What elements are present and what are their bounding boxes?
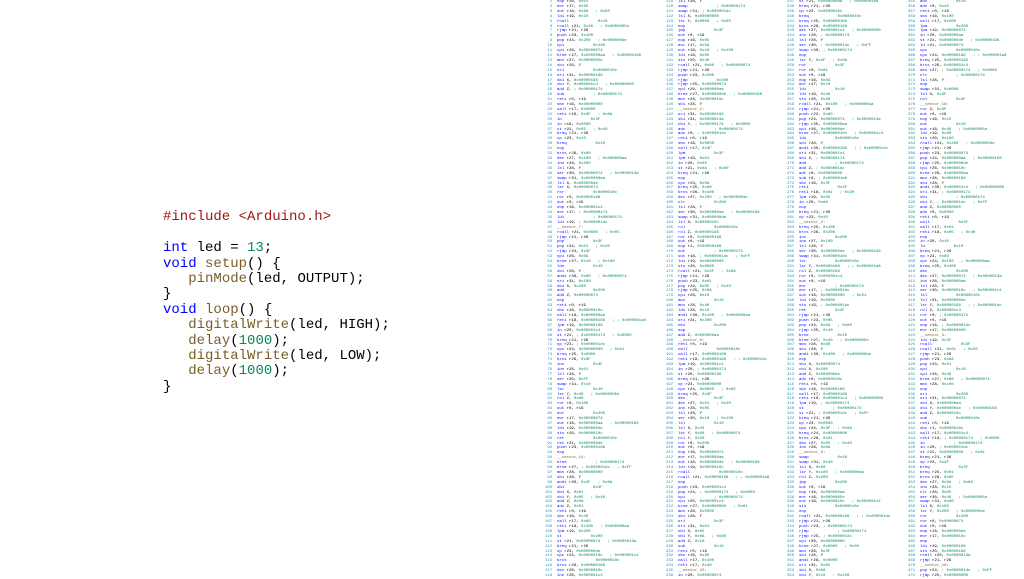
- asm-column-1: 1 nop r16, 0x01 2 eor r17, 0x05 3 out r1…: [545, 0, 662, 576]
- fn-delay: delay: [188, 333, 230, 349]
- asm-column-2: 119 lsl r28, Y 120 swap ; 0x00000174 121…: [666, 0, 783, 576]
- asm-column-3: 237 st r21, 0x000000aa ; 0x00000168 238 …: [787, 0, 904, 576]
- source-code-block: #include <Arduino.h> int led = 13; void …: [163, 195, 390, 395]
- fn-setup: setup: [197, 256, 247, 272]
- keyword-int: int: [163, 240, 188, 256]
- fn-digitalwrite: digitalWrite: [188, 317, 289, 333]
- asm-column-4: 355 adc 0x10 356 adc r0, 0x40 357 reti r…: [908, 0, 1024, 576]
- fn-loop: loop: [197, 302, 239, 318]
- fn-pinmode: pinMode: [188, 271, 247, 287]
- preprocessor-directive: #include: [163, 209, 230, 225]
- disassembly-panel: 1 nop r16, 0x01 2 eor r17, 0x05 3 out r1…: [545, 0, 1024, 576]
- include-path: <Arduino.h>: [230, 209, 331, 225]
- keyword-void: void: [163, 256, 197, 272]
